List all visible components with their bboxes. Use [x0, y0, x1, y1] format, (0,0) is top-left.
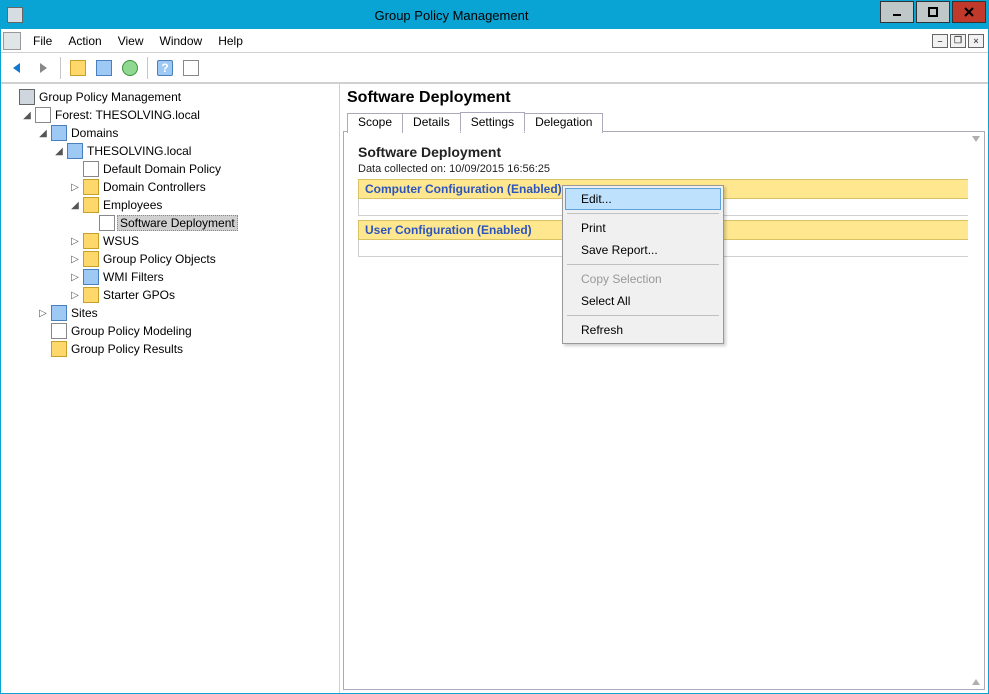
menu-view[interactable]: View: [110, 30, 152, 52]
refresh-button[interactable]: [118, 56, 142, 80]
show-tree-button[interactable]: [92, 56, 116, 80]
tree-root[interactable]: Group Policy Management: [5, 88, 337, 106]
properties-button[interactable]: [179, 56, 203, 80]
tree-software-deployment[interactable]: Software Deployment: [85, 214, 337, 232]
results-icon: [51, 341, 67, 357]
ou-icon: [83, 197, 99, 213]
app-icon: [7, 7, 23, 23]
folder-up-icon: [70, 60, 86, 76]
report-collected: Data collected on: 10/09/2015 16:56:25: [358, 163, 970, 175]
up-button[interactable]: [66, 56, 90, 80]
tree-domains[interactable]: ◢Domains: [37, 124, 337, 142]
domain-icon: [67, 143, 83, 159]
forest-icon: [35, 107, 51, 123]
tree-domain-controllers[interactable]: ▷Domain Controllers: [69, 178, 337, 196]
menubar: File Action View Window Help – ❐ ×: [1, 29, 988, 53]
properties-icon: [183, 60, 199, 76]
maximize-button[interactable]: [916, 1, 950, 23]
scroll-up-icon: [972, 136, 980, 144]
context-save-report[interactable]: Save Report...: [565, 239, 721, 261]
gpo-link-icon: [99, 215, 115, 231]
tab-delegation[interactable]: Delegation: [524, 113, 603, 133]
mmc-icon: [19, 89, 35, 105]
page-title: Software Deployment: [343, 87, 985, 109]
menu-action[interactable]: Action: [60, 30, 109, 52]
context-refresh[interactable]: Refresh: [565, 319, 721, 341]
context-separator: [567, 264, 719, 265]
tree-forest[interactable]: ◢Forest: THESOLVING.local: [21, 106, 337, 124]
tree-default-domain-policy[interactable]: Default Domain Policy: [69, 160, 337, 178]
context-edit[interactable]: Edit...: [565, 188, 721, 210]
tree-starter-gpos[interactable]: ▷Starter GPOs: [69, 286, 337, 304]
folder-icon: [83, 251, 99, 267]
menu-help[interactable]: Help: [210, 30, 251, 52]
toolbar: ?: [1, 53, 988, 83]
tab-settings[interactable]: Settings: [460, 112, 525, 132]
tree-results[interactable]: Group Policy Results: [37, 340, 337, 358]
window-title: Group Policy Management: [23, 8, 880, 23]
help-button[interactable]: ?: [153, 56, 177, 80]
tree-wmi-filters[interactable]: ▷WMI Filters: [69, 268, 337, 286]
sites-icon: [51, 305, 67, 321]
tab-scope[interactable]: Scope: [347, 113, 403, 133]
window-controls: [880, 1, 988, 29]
help-icon: ?: [157, 60, 173, 76]
forward-button[interactable]: [31, 56, 55, 80]
back-button[interactable]: [5, 56, 29, 80]
tree-toggle-icon: [96, 60, 112, 76]
tree-pane[interactable]: Group Policy Management ◢Forest: THESOLV…: [1, 84, 340, 693]
mdi-close-button[interactable]: ×: [968, 34, 984, 48]
main-window: Group Policy Management File Action View…: [0, 0, 989, 694]
titlebar[interactable]: Group Policy Management: [1, 1, 988, 29]
tree-wsus[interactable]: ▷WSUS: [69, 232, 337, 250]
mdi-restore-button[interactable]: ❐: [950, 34, 966, 48]
tab-details[interactable]: Details: [402, 113, 461, 133]
refresh-icon: [122, 60, 138, 76]
close-button[interactable]: [952, 1, 986, 23]
folder-icon: [83, 287, 99, 303]
gpo-link-icon: [83, 161, 99, 177]
context-separator: [567, 315, 719, 316]
tree-gpo-container[interactable]: ▷Group Policy Objects: [69, 250, 337, 268]
context-menu: Edit... Print Save Report... Copy Select…: [562, 185, 724, 344]
menu-file[interactable]: File: [25, 30, 60, 52]
vertical-scrollbar[interactable]: [968, 132, 984, 689]
menu-window[interactable]: Window: [152, 30, 211, 52]
modeling-icon: [51, 323, 67, 339]
report-title: Software Deployment: [358, 144, 970, 160]
tree-employees[interactable]: ◢Employees: [69, 196, 337, 214]
scroll-down-icon: [972, 677, 980, 685]
mdi-minimize-button[interactable]: –: [932, 34, 948, 48]
wmi-icon: [83, 269, 99, 285]
content-pane: Software Deployment Scope Details Settin…: [340, 84, 988, 693]
console-icon: [3, 32, 21, 50]
ou-icon: [83, 179, 99, 195]
domains-icon: [51, 125, 67, 141]
context-copy-selection: Copy Selection: [565, 268, 721, 290]
context-print[interactable]: Print: [565, 217, 721, 239]
ou-icon: [83, 233, 99, 249]
tree-domain[interactable]: ◢THESOLVING.local: [53, 142, 337, 160]
minimize-button[interactable]: [880, 1, 914, 23]
tabstrip: Scope Details Settings Delegation: [343, 111, 985, 132]
client-area: Group Policy Management ◢Forest: THESOLV…: [1, 83, 988, 693]
context-select-all[interactable]: Select All: [565, 290, 721, 312]
tree-modeling[interactable]: Group Policy Modeling: [37, 322, 337, 340]
context-separator: [567, 213, 719, 214]
tree-sites[interactable]: ▷Sites: [37, 304, 337, 322]
